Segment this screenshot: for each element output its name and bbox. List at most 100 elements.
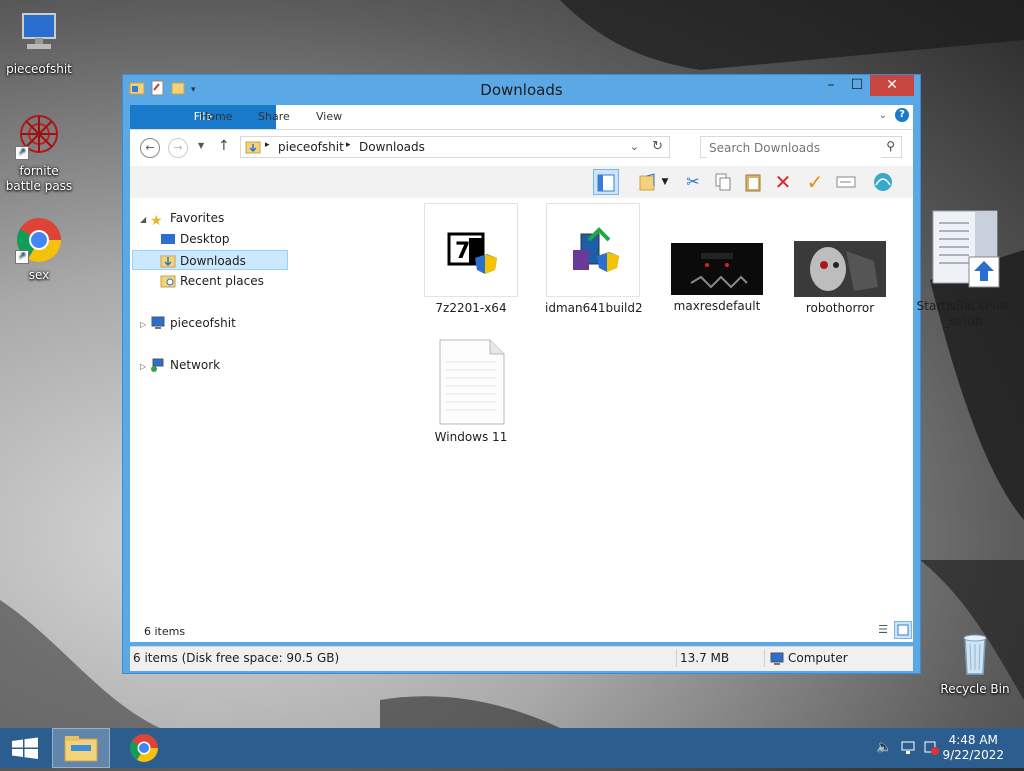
tab-share[interactable]: Share: [244, 105, 304, 129]
clock-date: 9/22/2022: [942, 748, 1004, 762]
view-dropdown-icon[interactable]: ▼: [658, 169, 672, 195]
apply-icon[interactable]: ✓: [802, 169, 828, 195]
text-document-icon: [436, 338, 506, 426]
status-divider: [676, 649, 677, 667]
minimize-button[interactable]: –: [818, 75, 844, 96]
computer-icon: [769, 651, 785, 673]
refresh-icon[interactable]: ↻: [652, 139, 663, 154]
nav-network[interactable]: ▷ Network: [140, 355, 220, 375]
nav-desktop[interactable]: Desktop: [160, 229, 230, 249]
window-title: Downloads: [480, 81, 563, 99]
clock-time: 4:48 AM: [948, 733, 998, 747]
taskbar-chrome[interactable]: [120, 728, 168, 768]
crumb-separator: ▸: [346, 140, 351, 150]
maximize-button[interactable]: ☐: [844, 75, 870, 96]
file-item[interactable]: idman641build2: [545, 203, 643, 316]
file-item[interactable]: robothorror: [790, 203, 890, 316]
nav-recent-places[interactable]: Recent places: [160, 271, 264, 291]
file-name: maxresdefault: [673, 299, 761, 313]
file-name: robothorror: [805, 301, 875, 315]
nav-label: Favorites: [170, 211, 225, 225]
crumb-separator: ▸: [265, 140, 270, 150]
volume-muted-icon[interactable]: 🔈: [876, 740, 892, 755]
shell-icon[interactable]: [870, 169, 896, 195]
collapsed-caret-icon[interactable]: ▷: [140, 357, 150, 377]
desktop-icon-label: fornite battle pass: [5, 164, 73, 193]
copy-icon[interactable]: [710, 169, 736, 195]
idm-installer-icon: [546, 203, 640, 297]
taskbar: 🔈 4:48 AM 9/22/2022: [0, 728, 1024, 768]
action-center-warning-icon[interactable]: [924, 741, 940, 758]
file-item[interactable]: StartIsBackPlus_setup: [913, 203, 1013, 329]
close-button[interactable]: ✕: [870, 75, 914, 96]
chrome-icon: ↗: [15, 216, 63, 264]
nav-label: pieceofshit: [170, 316, 236, 330]
image-thumbnail: [794, 241, 886, 297]
large-icons-view-button[interactable]: [894, 621, 912, 639]
file-item[interactable]: Windows 11: [423, 338, 519, 445]
recent-locations-icon[interactable]: ▼: [198, 141, 204, 150]
preview-pane-button[interactable]: [593, 169, 619, 195]
navigation-pane: ◢ ★ Favorites Desktop Downloads Recent pla…: [130, 198, 295, 642]
file-item[interactable]: 7 7z2201-x64: [423, 203, 519, 316]
tab-view[interactable]: View: [302, 105, 356, 129]
status-bar: 6 items (Disk free space: 90.5 GB) 13.7 …: [130, 646, 913, 671]
desktop-icon-fornite[interactable]: ↗ fornite battle pass: [1, 112, 77, 194]
desktop-icon: [160, 232, 176, 246]
shortcut-arrow-icon: ↗: [15, 250, 29, 264]
crumb-downloads[interactable]: Downloads: [359, 140, 425, 154]
title-bar[interactable]: ▾ Downloads – ☐ ✕: [123, 75, 920, 105]
address-dropdown-icon[interactable]: ⌄: [630, 140, 639, 153]
status-disk-info: 6 items (Disk free space: 90.5 GB): [133, 651, 340, 665]
computer-icon: [150, 316, 166, 330]
recent-places-icon: [160, 274, 176, 288]
back-button[interactable]: ←: [140, 138, 160, 158]
network-icon: [150, 358, 166, 372]
desktop-icon-sex[interactable]: ↗ sex: [1, 216, 77, 283]
nav-downloads[interactable]: Downloads: [132, 250, 288, 270]
system-tray: 🔈 4:48 AM 9/22/2022: [864, 728, 1024, 768]
status-divider: [764, 649, 765, 667]
forward-button[interactable]: →: [168, 138, 188, 158]
clock[interactable]: 4:48 AM 9/22/2022: [942, 733, 1004, 763]
taskbar-explorer[interactable]: [52, 728, 110, 768]
expanded-caret-icon[interactable]: ◢: [140, 210, 150, 230]
desktop-icon-label: sex: [28, 268, 50, 282]
content-area: ◢ ★ Favorites Desktop Downloads Recent pla…: [130, 198, 1009, 642]
up-button[interactable]: ↑: [218, 138, 230, 154]
file-name: 7z2201-x64: [435, 301, 507, 315]
expand-ribbon-icon[interactable]: ⌄: [879, 110, 887, 121]
items-count: 6 items: [144, 625, 186, 638]
desktop-icon-label: Recycle Bin: [940, 682, 1010, 696]
help-icon[interactable]: ?: [895, 108, 909, 122]
file-name: Windows 11: [434, 430, 508, 444]
recycle-bin-icon: [951, 630, 999, 678]
rename-icon[interactable]: [833, 169, 859, 195]
nav-computer[interactable]: ▷ pieceofshit: [140, 313, 236, 333]
nav-favorites[interactable]: ◢ ★ Favorites: [140, 208, 225, 230]
desktop-icon-recycle-bin[interactable]: Recycle Bin: [937, 630, 1013, 697]
file-name: idman641build2: [545, 301, 643, 315]
downloads-folder-icon: [245, 139, 261, 158]
image-thumbnail: [671, 243, 763, 295]
status-location: Computer: [788, 651, 848, 665]
ribbon-tabs: File Home Share View ⌄ ?: [130, 105, 913, 130]
start-button[interactable]: [0, 728, 50, 768]
crumb-computer[interactable]: pieceofshit: [278, 140, 344, 154]
file-item[interactable]: maxresdefault: [667, 203, 767, 314]
search-box[interactable]: ⚲: [700, 136, 902, 158]
ribbon-controls: ⌄ ?: [879, 108, 909, 122]
nav-label: Recent places: [180, 274, 264, 288]
file-name: StartIsBackPlus_setup: [916, 299, 1010, 328]
desktop-icon-computer[interactable]: pieceofshit: [1, 10, 77, 77]
cut-icon[interactable]: ✂: [680, 169, 706, 195]
paste-icon[interactable]: [740, 169, 766, 195]
details-view-button[interactable]: ☰: [874, 623, 892, 639]
search-input[interactable]: [707, 138, 881, 158]
network-status-icon[interactable]: [900, 741, 916, 758]
tab-home[interactable]: Home: [186, 105, 246, 129]
delete-icon[interactable]: ✕: [770, 169, 796, 195]
nav-label: Desktop: [180, 232, 230, 246]
collapsed-caret-icon[interactable]: ▷: [140, 315, 150, 335]
address-bar[interactable]: ▸ pieceofshit ▸ Downloads ⌄ ↻: [240, 136, 670, 158]
